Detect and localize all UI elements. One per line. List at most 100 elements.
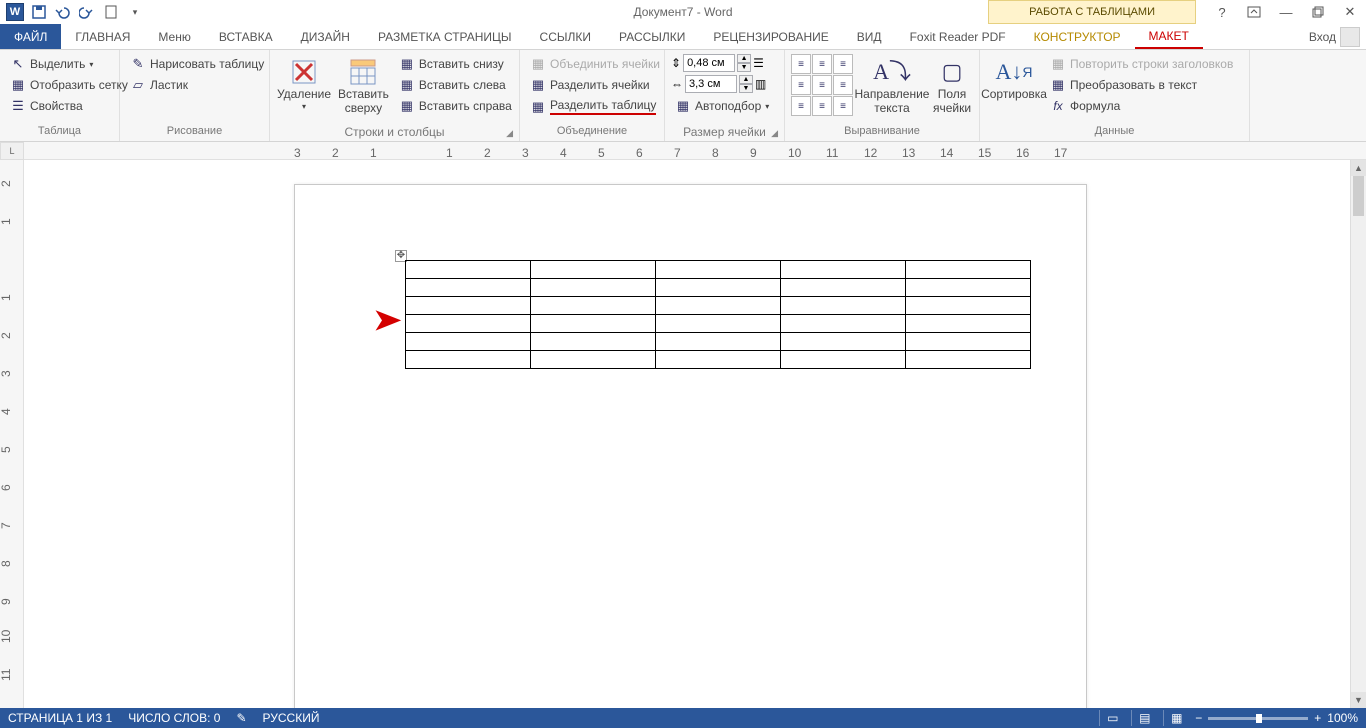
table-row[interactable]: [406, 333, 1031, 351]
status-language[interactable]: РУССКИЙ: [263, 711, 320, 725]
height-down-button[interactable]: ▼: [737, 63, 751, 72]
insert-above-button[interactable]: Вставить сверху: [336, 54, 391, 118]
qat-customize-button[interactable]: ▾: [124, 1, 146, 23]
split-cells-button[interactable]: ▦Разделить ячейки: [526, 75, 664, 95]
align-mr[interactable]: ≡: [833, 75, 853, 95]
table-row[interactable]: [406, 261, 1031, 279]
col-width-input[interactable]: ⇔ ▲▼ ▥: [671, 75, 773, 93]
distribute-cols-icon[interactable]: ▥: [755, 77, 766, 91]
web-layout-button[interactable]: ▦: [1163, 710, 1189, 726]
tab-view[interactable]: ВИД: [843, 24, 896, 49]
tab-review[interactable]: РЕЦЕНЗИРОВАНИЕ: [699, 24, 842, 49]
alignment-grid[interactable]: ≡≡≡ ≡≡≡ ≡≡≡: [791, 54, 853, 116]
table-row[interactable]: [406, 351, 1031, 369]
zoom-out-button[interactable]: −: [1195, 711, 1202, 725]
text-direction-button[interactable]: A⤵Направление текста: [857, 54, 927, 118]
redo-button[interactable]: [76, 1, 98, 23]
table-row[interactable]: [406, 279, 1031, 297]
new-doc-button[interactable]: [100, 1, 122, 23]
help-button[interactable]: ?: [1210, 2, 1234, 22]
horizontal-ruler[interactable]: 3211234567891011121314151617: [24, 142, 1366, 160]
table-row[interactable]: [406, 315, 1031, 333]
zoom-slider[interactable]: [1208, 717, 1308, 720]
width-up-button[interactable]: ▲: [739, 75, 753, 84]
insert-below-button[interactable]: ▦Вставить снизу: [395, 54, 516, 74]
page[interactable]: ✥ ➤: [294, 184, 1087, 708]
view-gridlines-button[interactable]: ▦Отобразить сетку: [6, 75, 132, 95]
minimize-button[interactable]: —: [1274, 2, 1298, 22]
insert-left-button[interactable]: ▦Вставить слева: [395, 75, 516, 95]
delete-button[interactable]: Удаление▾: [276, 54, 332, 113]
insert-left-icon: ▦: [399, 77, 415, 93]
save-button[interactable]: [28, 1, 50, 23]
undo-button[interactable]: [52, 1, 74, 23]
ribbon-options-button[interactable]: [1242, 2, 1266, 22]
status-page[interactable]: СТРАНИЦА 1 ИЗ 1: [8, 711, 112, 725]
tab-mailings[interactable]: РАССЫЛКИ: [605, 24, 699, 49]
merge-icon: ▦: [530, 56, 546, 72]
align-tr[interactable]: ≡: [833, 54, 853, 74]
convert-to-text-button[interactable]: ▦Преобразовать в текст: [1046, 75, 1237, 95]
width-down-button[interactable]: ▼: [739, 84, 753, 93]
align-tc[interactable]: ≡: [812, 54, 832, 74]
tab-references[interactable]: ССЫЛКИ: [526, 24, 605, 49]
tab-file[interactable]: ФАЙЛ: [0, 24, 61, 49]
align-mc[interactable]: ≡: [812, 75, 832, 95]
table-row[interactable]: [406, 297, 1031, 315]
tab-table-layout[interactable]: МАКЕТ: [1135, 24, 1203, 49]
grid-icon: ▦: [10, 77, 26, 93]
col-width-field[interactable]: [685, 75, 737, 93]
close-button[interactable]: ✕: [1338, 2, 1362, 22]
distribute-rows-icon[interactable]: ☰: [753, 56, 764, 70]
vertical-scrollbar[interactable]: ▲ ▼: [1350, 160, 1366, 708]
document-area[interactable]: ✥ ➤ ▲ ▼: [24, 160, 1366, 708]
sort-icon: A↓Я: [998, 56, 1030, 88]
row-height-input[interactable]: ⇕ ▲▼ ☰: [671, 54, 773, 72]
status-word-count[interactable]: ЧИСЛО СЛОВ: 0: [128, 711, 220, 725]
align-br[interactable]: ≡: [833, 96, 853, 116]
split-table-button[interactable]: ▦Разделить таблицу: [526, 96, 664, 117]
zoom-in-button[interactable]: +: [1314, 711, 1321, 725]
merge-cells-button: ▦Объединить ячейки: [526, 54, 664, 74]
document-table[interactable]: [405, 260, 1031, 369]
height-up-button[interactable]: ▲: [737, 54, 751, 63]
align-bc[interactable]: ≡: [812, 96, 832, 116]
scroll-down-button[interactable]: ▼: [1351, 692, 1366, 708]
dialog-launcher-icon[interactable]: ◢: [771, 128, 778, 139]
tab-home[interactable]: ГЛАВНАЯ: [61, 24, 144, 49]
vertical-ruler[interactable]: 211234567891011: [0, 160, 24, 708]
tab-table-design[interactable]: КОНСТРУКТОР: [1020, 24, 1135, 49]
insert-right-button[interactable]: ▦Вставить справа: [395, 96, 516, 116]
tab-foxit[interactable]: Foxit Reader PDF: [896, 24, 1020, 49]
maximize-button[interactable]: [1306, 2, 1330, 22]
dialog-launcher-icon[interactable]: ◢: [506, 128, 513, 139]
select-button[interactable]: ↖Выделить▾: [6, 54, 132, 74]
draw-table-button[interactable]: ✎Нарисовать таблицу: [126, 54, 268, 74]
align-tl[interactable]: ≡: [791, 54, 811, 74]
group-label-draw: Рисование: [126, 125, 263, 141]
group-label-merge: Объединение: [526, 125, 658, 141]
eraser-button[interactable]: ▱Ластик: [126, 75, 268, 95]
tab-menu[interactable]: Меню: [144, 24, 204, 49]
read-mode-button[interactable]: ▭: [1099, 710, 1125, 726]
scroll-thumb[interactable]: [1353, 176, 1364, 216]
align-ml[interactable]: ≡: [791, 75, 811, 95]
scroll-up-button[interactable]: ▲: [1351, 160, 1366, 176]
ruler-corner[interactable]: L: [0, 142, 24, 160]
properties-icon: ☰: [10, 98, 26, 114]
align-bl[interactable]: ≡: [791, 96, 811, 116]
print-layout-button[interactable]: ▤: [1131, 710, 1157, 726]
properties-button[interactable]: ☰Свойства: [6, 96, 132, 116]
autofit-button[interactable]: ▦Автоподбор▾: [671, 96, 773, 116]
sign-in[interactable]: Вход: [1309, 24, 1360, 50]
formula-button[interactable]: fxФормула: [1046, 96, 1237, 116]
row-height-field[interactable]: [683, 54, 735, 72]
tab-design[interactable]: ДИЗАЙН: [287, 24, 364, 49]
split-table-icon: ▦: [530, 99, 546, 115]
zoom-level[interactable]: 100%: [1327, 711, 1358, 725]
status-proofing-icon[interactable]: ✎: [236, 711, 246, 725]
tab-page-layout[interactable]: РАЗМЕТКА СТРАНИЦЫ: [364, 24, 526, 49]
tab-insert[interactable]: ВСТАВКА: [205, 24, 287, 49]
sort-button[interactable]: A↓ЯСортировка: [986, 54, 1042, 104]
cell-margins-button[interactable]: ▢Поля ячейки: [931, 54, 973, 118]
